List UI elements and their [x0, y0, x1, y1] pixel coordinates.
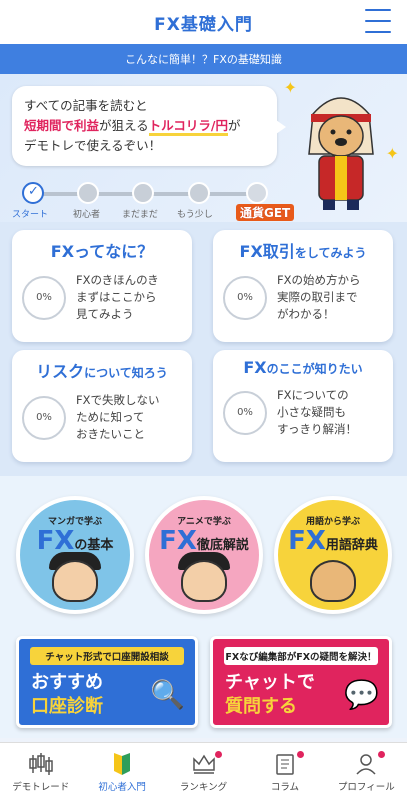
bubble-highlight-profit: 短期間で利益	[24, 118, 100, 133]
candlestick-icon	[28, 752, 53, 775]
progress-step-almost	[188, 182, 210, 204]
character-face-icon	[52, 560, 98, 602]
card-fx-trading[interactable]: FX取引をしてみよう 0% FXの始め方から 実際の取引まで がわかる！	[213, 230, 393, 342]
beginner-mark-icon	[114, 752, 131, 775]
progress-step-goal	[246, 182, 268, 204]
bubble-line-2: 短期間で利益が狙えるトルコリラ/円が	[24, 116, 265, 136]
card-description: FXで失敗しない ために知って おきたいこと	[76, 393, 160, 441]
progress-goal-badge: 通貨GET	[236, 204, 295, 221]
progress-circle: 0%	[223, 275, 267, 320]
bubble-line-3: デモトレで使えるぞい！	[24, 138, 162, 153]
bubble-line-1: すべての記事を読むと	[24, 98, 148, 113]
card-fx-questions[interactable]: FXのここが知りたい 0% FXについての 小さな疑問も すっきり解消！	[213, 350, 393, 462]
notification-badge	[215, 751, 223, 758]
mascot-face-icon	[310, 560, 356, 602]
fx-glossary-button[interactable]: 用語から学ぶ FX用語辞典	[274, 496, 392, 614]
tab-profile[interactable]: プロフィール	[326, 743, 407, 800]
tab-label: デモトレード	[12, 781, 70, 793]
progress-label: まだまだ	[122, 210, 158, 220]
reading-progress: スタート 初心者 まだまだ もう少し 通貨GET	[0, 178, 407, 221]
notebook-icon	[276, 753, 294, 775]
anime-fx-explained-button[interactable]: アニメで学ぶ FX徹底解説	[145, 496, 263, 614]
chat-bubble-icon: 💬	[344, 678, 379, 711]
bubble-highlight-currency: トルコリラ/円	[148, 118, 228, 136]
course-cards: FXってなに？ 0% FXのきほんのき まずはここから 見てみよう FX取引をしてみ…	[0, 222, 407, 476]
app-header: FX基礎入門	[0, 0, 407, 44]
progress-circle: 0%	[22, 275, 66, 320]
progress-label: 初心者	[73, 210, 101, 220]
circle-title: FX用語辞典	[288, 526, 378, 556]
learning-banners: マンガで学ぶ FXの基本 アニメで学ぶ FX徹底解説 用語から学ぶ FX用語辞典…	[0, 476, 407, 738]
page-title: FX基礎入門	[154, 14, 253, 35]
progress-circle: 0%	[22, 395, 66, 440]
notification-badge	[378, 751, 386, 758]
chat-question-button[interactable]: FXなび編集部がFXの疑問を解決！ チャットで 質問する 💬	[210, 636, 392, 728]
card-title: FX取引をしてみよう	[239, 242, 367, 261]
bubble-text: が	[227, 118, 241, 133]
bottom-tab-bar: デモトレード 初心者入門 ランキング コラム プロフィール	[0, 742, 407, 800]
progress-circle: 0%	[223, 390, 267, 435]
tab-label: ランキング	[179, 781, 228, 793]
crown-icon	[192, 754, 215, 774]
card-title: FXってなに？	[50, 242, 154, 261]
card-risk[interactable]: リスクについて知ろう 0% FXで失敗しない ために知って おきたいこと	[12, 350, 192, 462]
card-description: FXの始め方から 実際の取引まで がわかる！	[277, 273, 361, 321]
notification-badge	[296, 751, 304, 758]
hero-section: すべての記事を読むと 短期間で利益が狙えるトルコリラ/円が デモトレで使えるぞい…	[0, 74, 407, 222]
button-tag: チャット形式で口座開設相談	[29, 647, 185, 665]
tab-demo-trade[interactable]: デモトレード	[0, 743, 81, 800]
card-description: FXのきほんのき まずはここから 見てみよう	[76, 273, 159, 321]
tab-beginner[interactable]: 初心者入門	[81, 743, 162, 800]
progress-label: スタート	[12, 210, 49, 220]
tab-label: プロフィール	[337, 781, 395, 793]
hamburger-menu-icon[interactable]	[365, 9, 391, 33]
tab-column[interactable]: コラム	[244, 743, 325, 800]
tab-ranking[interactable]: ランキング	[163, 743, 244, 800]
bubble-text: が狙える	[99, 118, 149, 133]
subtitle-bar: こんなに簡単！？FXの基礎知識	[0, 44, 407, 74]
progress-step-beginner	[77, 182, 99, 204]
card-what-is-fx[interactable]: FXってなに？ 0% FXのきほんのき まずはここから 見てみよう	[12, 230, 192, 342]
user-icon	[356, 753, 376, 775]
tab-label: 初心者入門	[98, 781, 146, 793]
card-description: FXについての 小さな疑問も すっきり解消！	[277, 388, 358, 436]
magnifier-icon: 🔍	[150, 678, 185, 711]
account-diagnosis-button[interactable]: チャット形式で口座開設相談 おすすめ 口座診断 🔍	[16, 636, 198, 728]
sparkle-icon: ✦	[385, 144, 399, 163]
progress-step-still	[132, 182, 154, 204]
character-face-icon	[181, 560, 227, 602]
speech-bubble: すべての記事を読むと 短期間で利益が狙えるトルコリラ/円が デモトレで使えるぞい…	[12, 86, 286, 166]
card-title: リスクについて知ろう	[36, 362, 168, 381]
comic-fx-basics-button[interactable]: マンガで学ぶ FXの基本	[16, 496, 134, 614]
tab-label: コラム	[270, 781, 300, 793]
card-title: FXのここが知りたい	[243, 358, 363, 377]
progress-step-start	[22, 182, 44, 204]
button-tag: FXなび編集部がFXの疑問を解決！	[223, 647, 379, 665]
progress-label: もう少し	[177, 210, 213, 220]
